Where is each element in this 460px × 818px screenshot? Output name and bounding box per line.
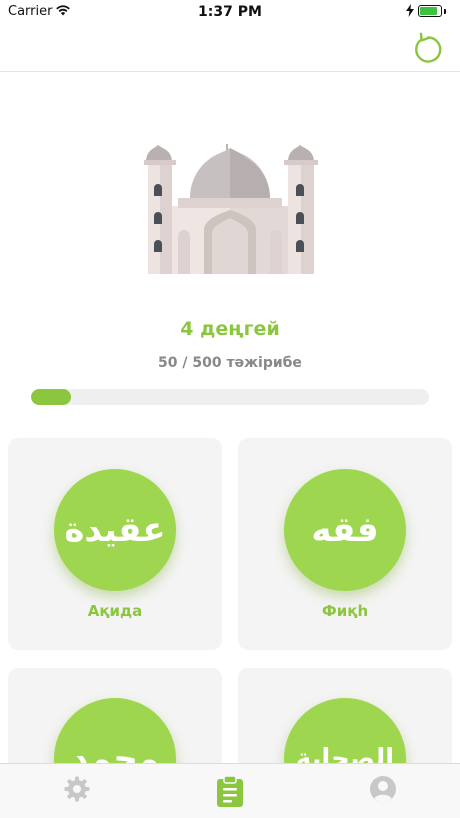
category-card-aqida[interactable]: عقيدة Ақида [8,438,222,650]
tab-profile[interactable] [306,764,459,818]
category-card-sahaba[interactable]: الصحابة [238,668,452,818]
refresh-icon[interactable] [410,30,446,66]
nav-header [0,24,460,72]
clipboard-icon [216,775,243,807]
tab-quizzes[interactable] [153,764,306,818]
category-card-fiqh[interactable]: فقه Фиқһ [238,438,452,650]
gear-icon [64,776,89,802]
battery-icon [418,5,442,17]
clock-time: 1:37 PM [198,4,262,20]
progress-fill [31,389,71,405]
profile-icon [369,776,396,803]
mosque-illustration [144,124,318,274]
category-aqida-circle: عقيدة [54,469,176,591]
category-fiqh-arabic: فقه [311,510,379,550]
category-fiqh-circle: فقه [284,469,406,591]
tab-bar [0,763,460,818]
tab-settings[interactable] [0,764,153,818]
status-bar: Carrier 1:37 PM [0,0,460,24]
category-aqida-label: Ақида [87,602,143,620]
category-aqida-arabic: عقيدة [64,510,166,550]
category-card-sira[interactable]: محمد [8,668,222,818]
charging-icon [406,4,414,17]
experience-counter: 50 / 500 тәжірибе [158,355,302,371]
experience-progress-bar [31,389,429,405]
category-fiqh-label: Фиқһ [321,602,369,620]
level-title: 4 деңгей [180,318,280,340]
